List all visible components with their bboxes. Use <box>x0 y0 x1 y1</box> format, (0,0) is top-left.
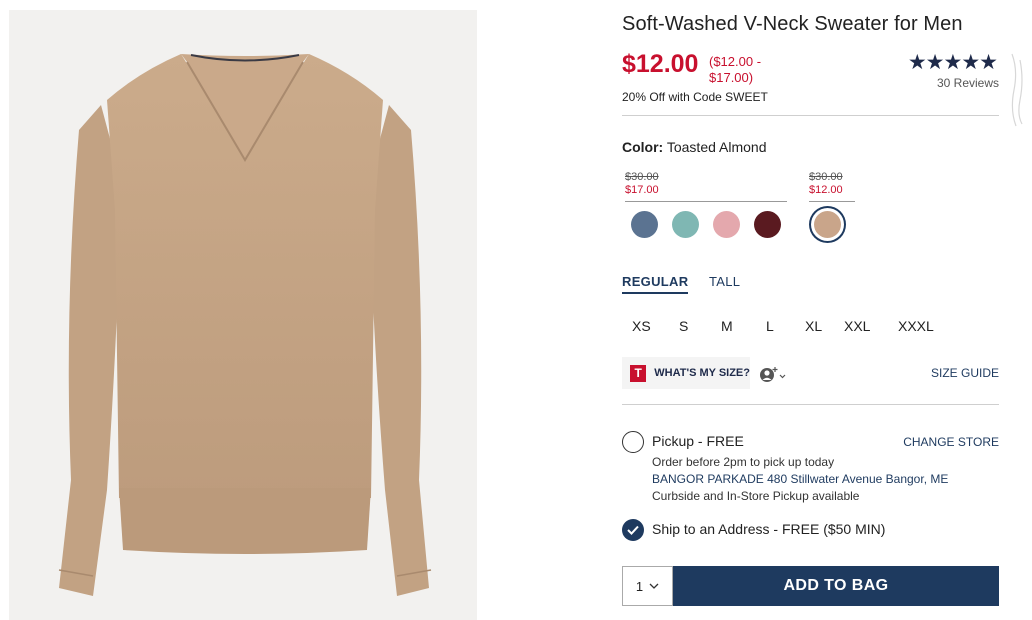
product-image <box>9 10 477 620</box>
quantity-select[interactable]: 1 <box>622 566 673 606</box>
ship-label: Ship to an Address - FREE ($50 MIN) <box>652 521 886 537</box>
swatch-burgundy[interactable] <box>754 211 781 238</box>
color-selection: Color: Toasted Almond <box>622 139 766 155</box>
ship-checkbox[interactable] <box>622 519 644 541</box>
group-price: $17.00 <box>625 184 659 196</box>
pickup-note: Order before 2pm to pick up today <box>652 455 835 469</box>
price-group-2: $30.00 $12.00 <box>809 171 843 197</box>
size-m[interactable]: M <box>721 318 733 334</box>
size-guide-link[interactable]: SIZE GUIDE <box>931 366 999 380</box>
size-s[interactable]: S <box>679 318 688 334</box>
price-group-divider <box>809 201 855 202</box>
group-price: $12.00 <box>809 184 843 196</box>
size-l[interactable]: L <box>766 318 774 334</box>
chevron-down-icon <box>649 583 659 589</box>
size-xxl[interactable]: XXL <box>844 318 870 334</box>
product-title: Soft-Washed V-Neck Sweater for Men <box>622 13 963 35</box>
store-address-link[interactable]: BANGOR PARKADE 480 Stillwater Avenue Ban… <box>652 472 948 486</box>
watermark-logo <box>1011 53 1023 127</box>
checkmark-icon <box>627 525 639 535</box>
promo-text: 20% Off with Code SWEET <box>622 90 768 104</box>
add-to-bag-button[interactable]: ADD TO BAG <box>673 566 999 606</box>
divider <box>622 404 999 405</box>
price-group-1: $30.00 $17.00 <box>625 171 659 197</box>
quantity-value: 1 <box>635 578 644 594</box>
swatch-toasted-almond[interactable] <box>814 211 841 238</box>
product-details-panel: Soft-Washed V-Neck Sweater for Men $12.0… <box>622 0 999 620</box>
color-value: Toasted Almond <box>666 139 767 155</box>
divider <box>622 115 999 116</box>
whats-my-size-button[interactable]: T WHAT'S MY SIZE? <box>622 357 750 389</box>
price-range: ($12.00 - $17.00) <box>709 54 762 85</box>
tab-regular[interactable]: REGULAR <box>622 274 689 294</box>
tab-tall[interactable]: TALL <box>709 274 740 289</box>
user-profile-icon <box>760 367 786 382</box>
swatch-pink[interactable] <box>713 211 740 238</box>
pickup-label: Pickup - FREE <box>652 433 744 449</box>
color-label: Color: <box>622 139 664 155</box>
price-group-divider <box>625 201 787 202</box>
star-rating[interactable]: ★★★★★ <box>908 50 998 75</box>
original-price: $30.00 <box>625 171 659 183</box>
sale-price: $12.00 <box>622 50 699 78</box>
profile-dropdown[interactable] <box>758 364 790 384</box>
reviews-link[interactable]: 30 Reviews <box>937 76 999 90</box>
whats-my-size-label: WHAT'S MY SIZE? <box>654 367 750 379</box>
swatch-blue[interactable] <box>631 211 658 238</box>
size-xxxl[interactable]: XXXL <box>898 318 934 334</box>
change-store-link[interactable]: CHANGE STORE <box>903 435 999 449</box>
size-xs[interactable]: XS <box>632 318 651 334</box>
sweater-illustration <box>58 54 432 596</box>
size-xl[interactable]: XL <box>805 318 822 334</box>
original-price: $30.00 <box>809 171 843 183</box>
true-fit-logo-icon: T <box>630 364 647 382</box>
pickup-radio[interactable] <box>622 431 644 453</box>
swatch-teal[interactable] <box>672 211 699 238</box>
pickup-extra: Curbside and In-Store Pickup available <box>652 489 860 503</box>
